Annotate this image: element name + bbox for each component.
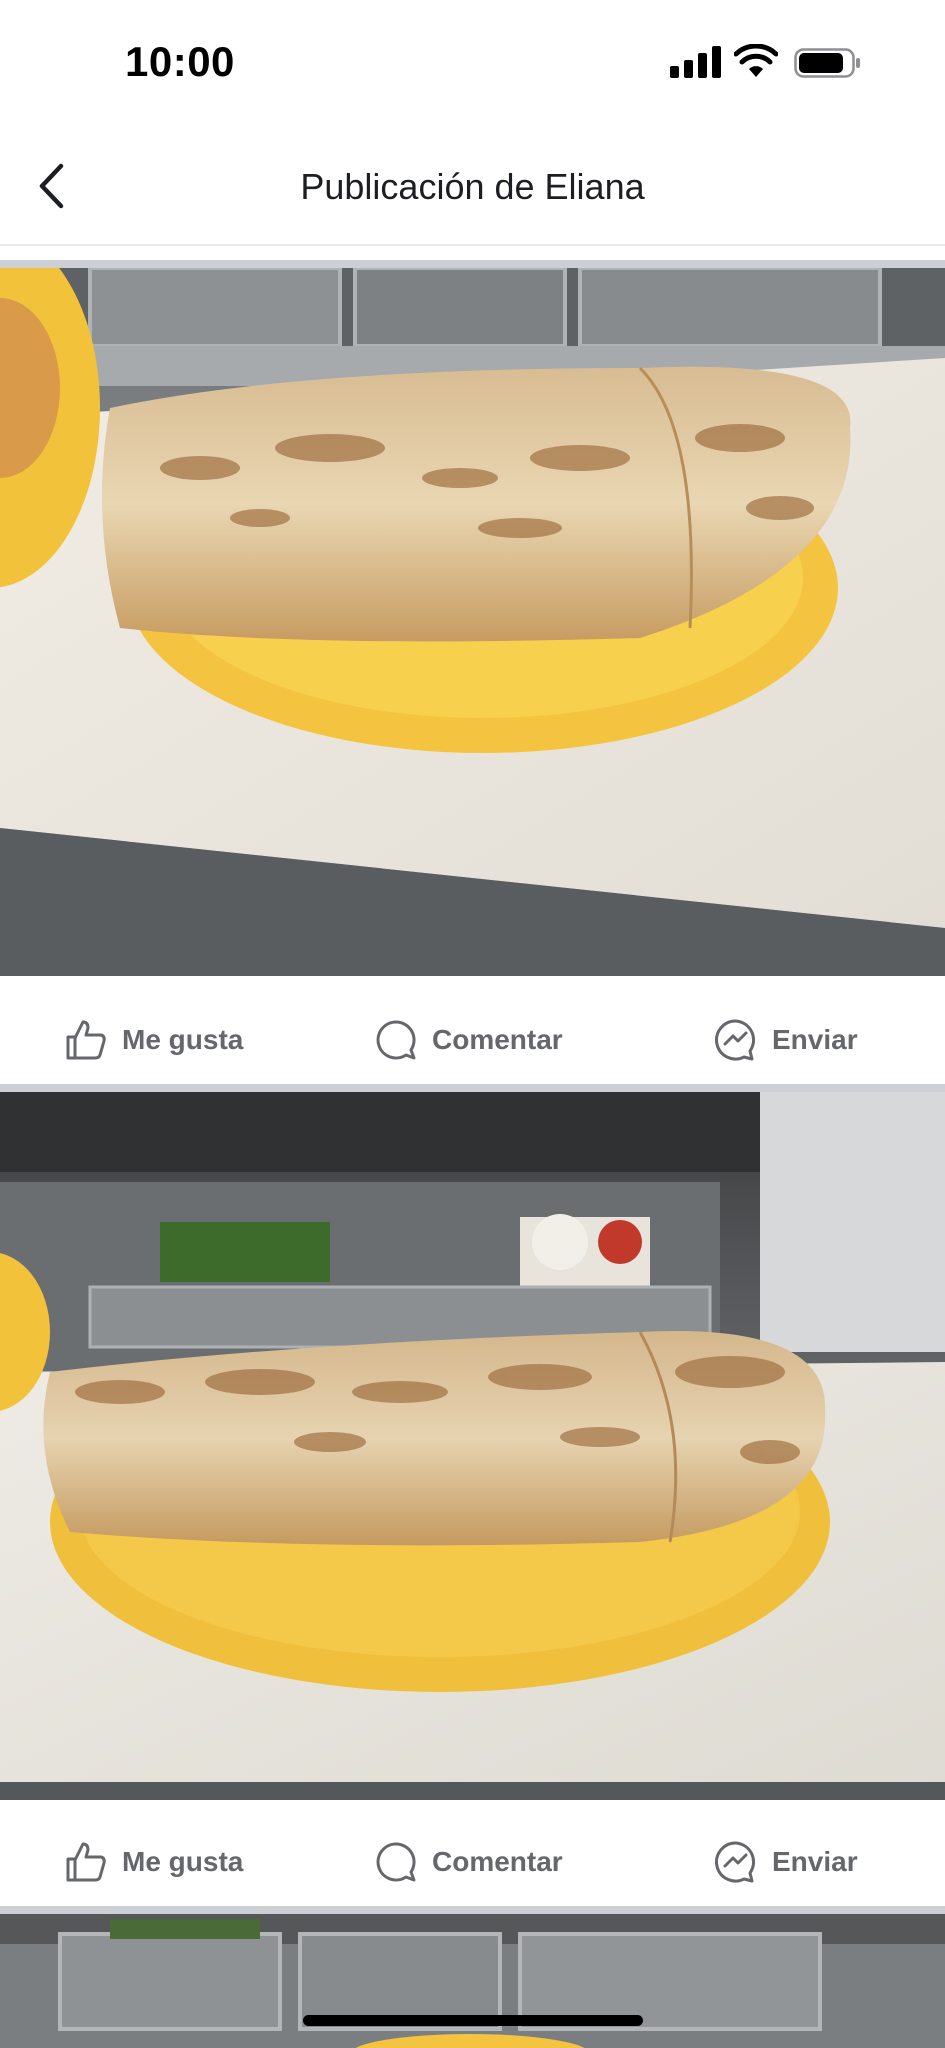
- status-time: 10:00: [125, 38, 235, 85]
- comment-button[interactable]: Comentar: [374, 1810, 563, 1914]
- signal-icon: [670, 46, 721, 78]
- like-icon: [66, 1020, 106, 1060]
- comment-icon: [376, 1842, 416, 1882]
- post-actions-2: Me gusta Comentar Enviar: [0, 1810, 945, 1914]
- comment-icon: [376, 1020, 416, 1060]
- send-label: Enviar: [772, 1024, 858, 1055]
- divider: [0, 260, 945, 268]
- messenger-icon: [715, 1019, 755, 1061]
- send-button[interactable]: Enviar: [714, 988, 858, 1092]
- post-viewer: 10:00 Publicación de Eliana Me gusta Com…: [0, 0, 945, 2048]
- like-button[interactable]: Me gusta: [64, 1810, 243, 1914]
- comment-label: Comentar: [432, 1846, 563, 1877]
- page-title: Publicación de Eliana: [300, 166, 645, 207]
- home-indicator[interactable]: [303, 2015, 643, 2026]
- post-actions-1: Me gusta Comentar Enviar: [0, 988, 945, 1092]
- post-header: Publicación de Eliana: [0, 128, 945, 246]
- post-photo-2[interactable]: [0, 1092, 945, 1800]
- post-photo-3[interactable]: [0, 1914, 945, 2048]
- wifi-icon: [734, 44, 778, 77]
- send-label: Enviar: [772, 1846, 858, 1877]
- like-label: Me gusta: [122, 1846, 244, 1877]
- send-button[interactable]: Enviar: [714, 1810, 858, 1914]
- like-label: Me gusta: [122, 1024, 244, 1055]
- comment-button[interactable]: Comentar: [374, 988, 563, 1092]
- messenger-icon: [715, 1841, 755, 1883]
- like-icon: [66, 1842, 106, 1882]
- post-photo-1[interactable]: [0, 268, 945, 976]
- status-bar: 10:00: [0, 0, 945, 128]
- divider: [0, 1084, 945, 1092]
- burrito-photo: [0, 1092, 945, 1800]
- burrito-photo: [0, 268, 945, 976]
- divider: [0, 1906, 945, 1914]
- burrito-photo: [0, 1914, 945, 2048]
- comment-label: Comentar: [432, 1024, 563, 1055]
- battery-icon: [794, 48, 860, 78]
- like-button[interactable]: Me gusta: [64, 988, 243, 1092]
